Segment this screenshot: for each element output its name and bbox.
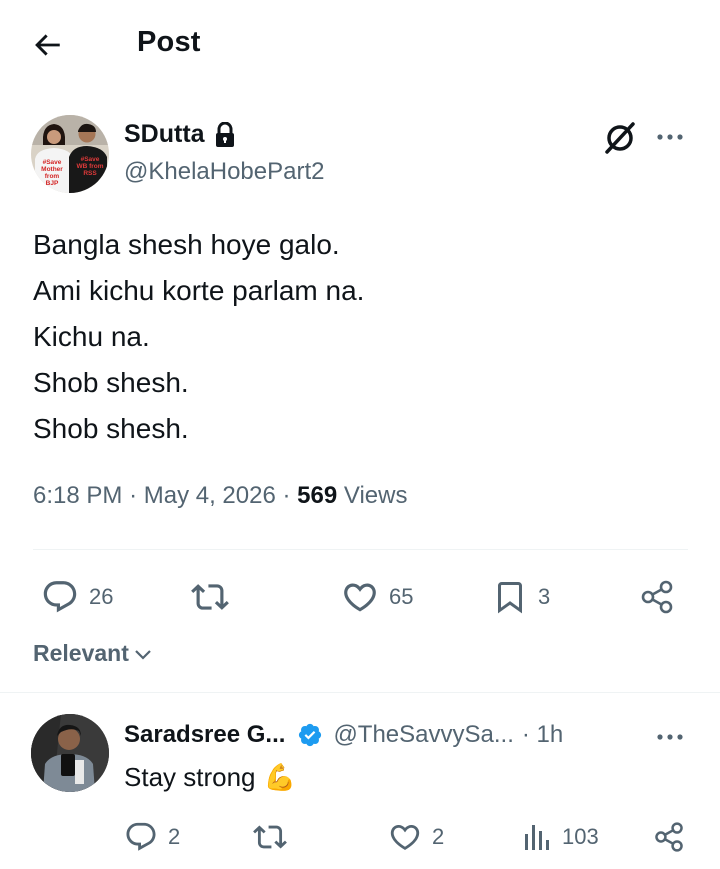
author-avatar[interactable]: #Save Mother from BJP #Save WB from RSS <box>31 115 109 193</box>
post-line: Shob shesh. <box>33 367 189 398</box>
reply-count: 26 <box>89 584 114 609</box>
reply-reply-count: 2 <box>168 824 181 849</box>
reply-text: Stay strong 💪 <box>124 762 296 793</box>
share-icon <box>638 578 676 616</box>
views-icon <box>522 820 552 854</box>
reply-text-content: Stay strong <box>124 762 256 792</box>
share-button[interactable] <box>638 578 676 616</box>
post-line: Kichu na. <box>33 321 150 352</box>
retweet-button[interactable] <box>189 578 231 616</box>
share-icon <box>652 820 686 854</box>
sort-label: Relevant <box>33 640 129 666</box>
reply-avatar[interactable] <box>31 714 109 792</box>
like-button[interactable]: 65 <box>341 578 413 616</box>
post-meta: 6:18 PM · May 4, 2026 · 569 Views <box>33 482 408 509</box>
post-text: Bangla shesh hoye galo. Ami kichu korte … <box>33 222 364 452</box>
like-icon <box>388 820 422 854</box>
reply-views-button[interactable]: 103 <box>522 820 599 854</box>
bookmark-button[interactable]: 3 <box>492 578 550 616</box>
reply-like-count: 2 <box>432 824 445 849</box>
post-date[interactable]: May 4, 2026 <box>144 482 276 509</box>
retweet-icon <box>252 820 288 854</box>
author-name[interactable]: SDutta <box>124 120 205 149</box>
page-title: Post <box>137 26 201 58</box>
grok-icon[interactable] <box>602 120 638 156</box>
reply-icon <box>124 820 158 854</box>
like-count: 65 <box>389 584 414 609</box>
sort-dropdown[interactable]: Relevant <box>33 640 153 667</box>
reply-views-count: 103 <box>562 824 599 849</box>
reply-reply-button[interactable]: 2 <box>124 820 180 854</box>
avatar-shirt-text-right: #Save WB from RSS <box>76 156 104 177</box>
lock-icon <box>213 121 237 148</box>
reply-author-handle[interactable]: @TheSavvySa... <box>333 721 513 749</box>
divider <box>33 549 688 550</box>
bookmark-count: 3 <box>538 584 551 609</box>
reply-icon <box>41 578 79 616</box>
avatar-shirt-text-left: #Save Mother from BJP <box>41 159 63 187</box>
divider <box>0 692 720 693</box>
post-line: Bangla shesh hoye galo. <box>33 229 340 260</box>
like-icon <box>341 578 379 616</box>
flexed-biceps-emoji: 💪 <box>263 762 296 792</box>
reply-retweet-button[interactable] <box>252 820 288 854</box>
reply-like-button[interactable]: 2 <box>388 820 444 854</box>
views-count: 569 <box>297 482 338 509</box>
post-line: Ami kichu korte parlam na. <box>33 275 365 306</box>
reply-button[interactable]: 26 <box>41 578 113 616</box>
post-line: Shob shesh. <box>33 413 189 444</box>
more-icon[interactable] <box>652 724 688 750</box>
back-arrow-icon <box>35 34 60 56</box>
more-icon[interactable] <box>652 124 688 150</box>
views-label: Views <box>343 482 408 509</box>
reply-share-button[interactable] <box>652 820 686 854</box>
back-button[interactable] <box>30 28 70 64</box>
reply-author-name[interactable]: Saradsree G... <box>124 721 285 749</box>
post-time[interactable]: 6:18 PM <box>33 482 122 509</box>
chevron-down-icon <box>133 644 153 664</box>
author-handle[interactable]: @KhelaHobePart2 <box>124 158 324 186</box>
bookmark-icon <box>492 578 528 616</box>
reply-time[interactable]: · 1h <box>522 721 563 749</box>
verified-badge-icon <box>297 722 323 748</box>
retweet-icon <box>189 578 231 616</box>
